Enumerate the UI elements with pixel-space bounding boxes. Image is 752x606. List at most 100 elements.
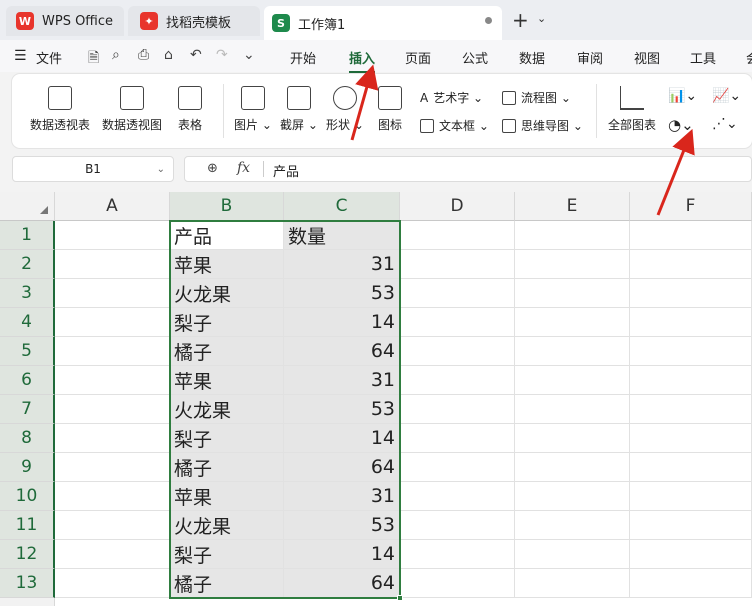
cell-f7[interactable] [630, 395, 752, 424]
textbox-button[interactable]: 文本框 ⌄ [420, 117, 489, 134]
row-header-12[interactable]: 12 [0, 540, 55, 569]
cell-f2[interactable] [630, 250, 752, 279]
picture-button[interactable]: 图片 ⌄ [234, 86, 272, 133]
flowchart-button[interactable]: 流程图 ⌄ [502, 89, 571, 106]
cell-c13[interactable]: 64 [284, 569, 400, 598]
cell-a12[interactable] [55, 540, 170, 569]
menu-tab-formulas[interactable]: 公式 [462, 48, 488, 67]
fill-handle[interactable] [397, 595, 403, 601]
menu-tab-tools[interactable]: 工具 [690, 48, 716, 67]
cell-a2[interactable] [55, 250, 170, 279]
chevron-down-icon[interactable]: ⌄ [157, 164, 165, 175]
cell-d9[interactable] [400, 453, 515, 482]
menu-tab-page[interactable]: 页面 [405, 48, 431, 67]
pivot-table-button[interactable]: 数据透视表 [30, 86, 90, 133]
column-header-b[interactable]: B [170, 192, 284, 221]
cell-b1[interactable]: 产品 [170, 221, 284, 250]
menu-tab-data[interactable]: 数据 [519, 48, 545, 67]
zoom-icon[interactable]: ⊕ [207, 161, 218, 176]
menu-tab-view[interactable]: 视图 [634, 48, 660, 67]
cell-f4[interactable] [630, 308, 752, 337]
cell-f10[interactable] [630, 482, 752, 511]
hamburger-menu-icon[interactable]: ☰ [14, 48, 27, 64]
unsaved-dot-icon[interactable] [485, 17, 492, 24]
cell-a7[interactable] [55, 395, 170, 424]
formula-value[interactable]: 产品 [273, 161, 299, 180]
row-header-9[interactable]: 9 [0, 453, 55, 482]
cell-e5[interactable] [515, 337, 630, 366]
print-icon[interactable]: ⎙ [138, 47, 149, 63]
cell-f11[interactable] [630, 511, 752, 540]
cell-e6[interactable] [515, 366, 630, 395]
column-header-e[interactable]: E [515, 192, 630, 221]
cell-d13[interactable] [400, 569, 515, 598]
row-header-7[interactable]: 7 [0, 395, 55, 424]
cell-f3[interactable] [630, 279, 752, 308]
cell-a1[interactable] [55, 221, 170, 250]
cell-c10[interactable]: 31 [284, 482, 400, 511]
menu-tab-member[interactable]: 会 [746, 48, 752, 67]
row-header-1[interactable]: 1 [0, 221, 55, 250]
row-header-5[interactable]: 5 [0, 337, 55, 366]
row-header-13[interactable]: 13 [0, 569, 55, 598]
column-header-c[interactable]: C [284, 192, 400, 221]
cell-c11[interactable]: 53 [284, 511, 400, 540]
column-header-d[interactable]: D [400, 192, 515, 221]
spreadsheet-grid[interactable]: A B C D E F 1 产品 数量 2 苹果 31 3 火龙果 53 4 梨子 14 5 橘子 64 6 苹果 31 7 火龙… [0, 192, 752, 606]
cell-a3[interactable] [55, 279, 170, 308]
cell-b12[interactable]: 梨子 [170, 540, 284, 569]
icon-button[interactable]: 图标 [378, 86, 402, 133]
cell-c5[interactable]: 64 [284, 337, 400, 366]
cell-b3[interactable]: 火龙果 [170, 279, 284, 308]
pie-chart-button[interactable]: ◔⌄ [668, 116, 694, 134]
cell-f13[interactable] [630, 569, 752, 598]
cell-a8[interactable] [55, 424, 170, 453]
cell-d1[interactable] [400, 221, 515, 250]
cell-d8[interactable] [400, 424, 515, 453]
cell-e7[interactable] [515, 395, 630, 424]
cell-a6[interactable] [55, 366, 170, 395]
pivot-chart-button[interactable]: 数据透视图 [102, 86, 162, 133]
redo-icon[interactable]: ↷ [216, 47, 228, 63]
all-charts-button[interactable]: 全部图表 [608, 86, 656, 133]
cell-a4[interactable] [55, 308, 170, 337]
cell-e10[interactable] [515, 482, 630, 511]
chevron-down-icon[interactable]: ⌄ [537, 12, 546, 25]
fx-icon[interactable]: fx [237, 160, 250, 176]
cell-f6[interactable] [630, 366, 752, 395]
cell-c2[interactable]: 31 [284, 250, 400, 279]
row-header-3[interactable]: 3 [0, 279, 55, 308]
tab-wps-office[interactable]: W WPS Office [6, 6, 124, 36]
cell-f5[interactable] [630, 337, 752, 366]
cell-e1[interactable] [515, 221, 630, 250]
shape-button[interactable]: 形状 ⌄ [326, 86, 364, 133]
cell-f1[interactable] [630, 221, 752, 250]
row-header-6[interactable]: 6 [0, 366, 55, 395]
cell-d2[interactable] [400, 250, 515, 279]
menu-tab-insert[interactable]: 插入 [349, 48, 376, 73]
row-header-11[interactable]: 11 [0, 511, 55, 540]
cell-e2[interactable] [515, 250, 630, 279]
cell-d5[interactable] [400, 337, 515, 366]
tab-workbook[interactable]: S 工作簿1 [264, 6, 502, 40]
cell-c4[interactable]: 14 [284, 308, 400, 337]
cell-f8[interactable] [630, 424, 752, 453]
name-box[interactable]: B1 ⌄ [12, 156, 174, 182]
column-header-f[interactable]: F [630, 192, 752, 221]
cell-e12[interactable] [515, 540, 630, 569]
cell-c1[interactable]: 数量 [284, 221, 400, 250]
cell-b4[interactable]: 梨子 [170, 308, 284, 337]
cell-c12[interactable]: 14 [284, 540, 400, 569]
cell-c6[interactable]: 31 [284, 366, 400, 395]
new-tab-plus-icon[interactable]: + [512, 8, 529, 32]
row-header-8[interactable]: 8 [0, 424, 55, 453]
cell-c7[interactable]: 53 [284, 395, 400, 424]
file-menu[interactable]: 文件 [36, 48, 62, 67]
cell-b8[interactable]: 梨子 [170, 424, 284, 453]
row-header-2[interactable]: 2 [0, 250, 55, 279]
more-chevron-icon[interactable]: ⌄ [243, 47, 255, 63]
cell-c9[interactable]: 64 [284, 453, 400, 482]
column-chart-button[interactable]: 📊⌄ [668, 88, 697, 104]
table-button[interactable]: 表格 [178, 86, 202, 133]
undo-icon[interactable]: ↶ [190, 47, 202, 63]
